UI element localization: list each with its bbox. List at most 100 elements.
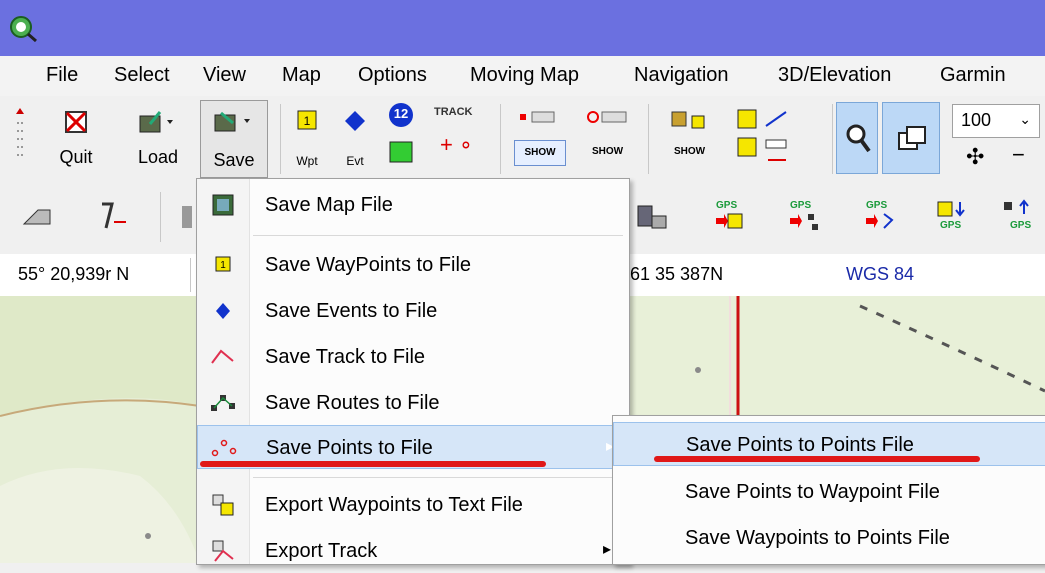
toolbar-separator [648,104,649,174]
menu-item-label: Save Events to File [265,300,438,322]
menu-item-label: Save Track to File [265,346,426,368]
gps-route-icon[interactable]: GPS [786,196,822,234]
ruler-icon[interactable] [20,202,54,232]
diamond-icon [345,111,365,131]
submenu-item-label: Save Points to Points File [686,434,914,456]
svg-text:GPS: GPS [866,200,887,211]
diamond-icon [216,303,230,319]
route-show-button[interactable]: SHOW [660,104,716,174]
route-icon [211,395,235,411]
menu-item-label: Save Map File [265,194,393,216]
menu-file[interactable]: File [46,64,78,87]
quit-label: Quit [59,147,93,167]
zoom-select[interactable]: 100 ⌄ [952,104,1040,138]
menu-item-export-waypoints-text[interactable]: Export Waypoints to Text File [197,483,629,527]
points-icon [211,439,237,457]
menu-item-label: Export Track [265,540,378,562]
submenu-item-points-to-waypoint[interactable]: Save Points to Waypoint File [613,470,1045,514]
save-points-submenu: Save Points to Points File Save Points t… [612,415,1045,565]
menu-moving-map[interactable]: Moving Map [470,64,579,87]
submenu-arrow-icon: ▸ [602,541,611,558]
toolbar-separator [280,104,281,174]
badge-number: 12 [393,106,409,121]
menu-bar: File Select View Map Options Moving Map … [0,56,1045,97]
menu-item-label: Export Waypoints to Text File [265,494,523,516]
submenu-item-waypoints-to-points[interactable]: Save Waypoints to Points File [613,516,1045,560]
zoom-in-icon[interactable]: ✣ [966,144,984,170]
waypoint-tool-button[interactable]: 1 Wpt [288,104,326,174]
save-menu: Save Map File 1 Save WayPoints to File S… [196,178,630,565]
c-green-icon [389,141,413,163]
waypoint-icon: 1 [215,256,231,272]
submenu-item-label: Save Waypoints to Points File [685,527,950,549]
menu-item-save-events[interactable]: Save Events to File [197,289,629,333]
svg-text:1: 1 [304,114,311,128]
annotation-underline [200,461,546,467]
menu-item-save-track[interactable]: Save Track to File [197,335,629,379]
zoom-magnifier-button[interactable] [836,102,878,174]
menu-item-export-track[interactable]: Export Track ▸ [197,529,629,573]
save-button[interactable]: Save [200,100,268,178]
load-icon [139,111,173,133]
number-badge-button[interactable]: 12 [382,100,420,176]
show-points-button[interactable]: SHOW [578,104,640,174]
wpt-label: Wpt [296,154,318,168]
gps-upload-icon[interactable]: GPS [1000,196,1040,234]
svg-text:1: 1 [220,260,226,271]
toolbar-separator [500,104,501,174]
title-bar [0,0,1045,56]
quit-icon [65,111,87,133]
zoom-value: 100 [961,110,992,130]
load-button[interactable]: Load [130,104,186,174]
gps-track-icon[interactable]: GPS [862,196,898,234]
track-tool-button[interactable]: TRACK + ∘ [430,104,492,174]
track-icon [211,349,234,364]
menu-navigation[interactable]: Navigation [634,64,729,87]
gps-download-icon[interactable]: GPS [934,196,970,234]
distance-tools-button[interactable] [726,104,798,174]
svg-text:GPS: GPS [790,200,811,211]
svg-text:GPS: GPS [716,200,737,211]
menu-separator [253,235,623,236]
windows-icon [898,126,926,150]
gps-device-icon[interactable] [636,202,670,232]
route-icon [671,111,705,129]
show-toggle[interactable]: SHOW [514,140,566,166]
menu-3d-elevation[interactable]: 3D/Elevation [778,64,891,87]
show-points-label: SHOW [592,146,624,157]
menu-options[interactable]: Options [358,64,427,87]
track-label: TRACK [434,106,473,118]
menu-item-label: Save WayPoints to File [265,254,472,276]
event-tool-button[interactable]: Evt [336,104,374,174]
menu-item-save-waypoints[interactable]: 1 Save WayPoints to File [197,243,629,287]
toolbar-separator [832,104,833,174]
svg-text:GPS: GPS [1010,220,1031,231]
window-tile-button[interactable] [882,102,940,174]
zoom-out-icon[interactable]: − [1012,142,1025,168]
latitude-readout: 55° 20,939r N [18,264,130,284]
menu-select[interactable]: Select [114,64,170,87]
save-label: Save [213,150,255,170]
route-show-label: SHOW [674,146,706,157]
menu-garmin[interactable]: Garmin [940,64,1006,87]
save-icon [214,111,250,132]
plus-point-icon: + ∘ [440,132,473,157]
measure-icon[interactable] [96,200,130,232]
points-show-icon [587,111,627,123]
menu-item-label: Save Points to File [266,437,433,459]
status-separator [190,258,191,292]
partial-map-icon[interactable] [180,204,194,230]
chevron-down-icon: ⌄ [1019,111,1031,127]
menu-item-save-routes[interactable]: Save Routes to File [197,381,629,425]
menu-item-save-map-file[interactable]: Save Map File [197,183,629,227]
show-track-button[interactable]: SHOW [508,104,570,174]
export-track-icon [212,540,234,562]
distance-icon [737,109,787,161]
menu-view[interactable]: View [203,64,246,87]
quit-button[interactable]: Quit [50,104,102,174]
gps-waypoint-icon[interactable]: GPS [712,196,748,234]
svg-text:GPS: GPS [940,220,961,231]
submenu-item-label: Save Points to Waypoint File [685,481,940,503]
toolbar-separator [160,192,161,242]
menu-map[interactable]: Map [282,64,321,87]
